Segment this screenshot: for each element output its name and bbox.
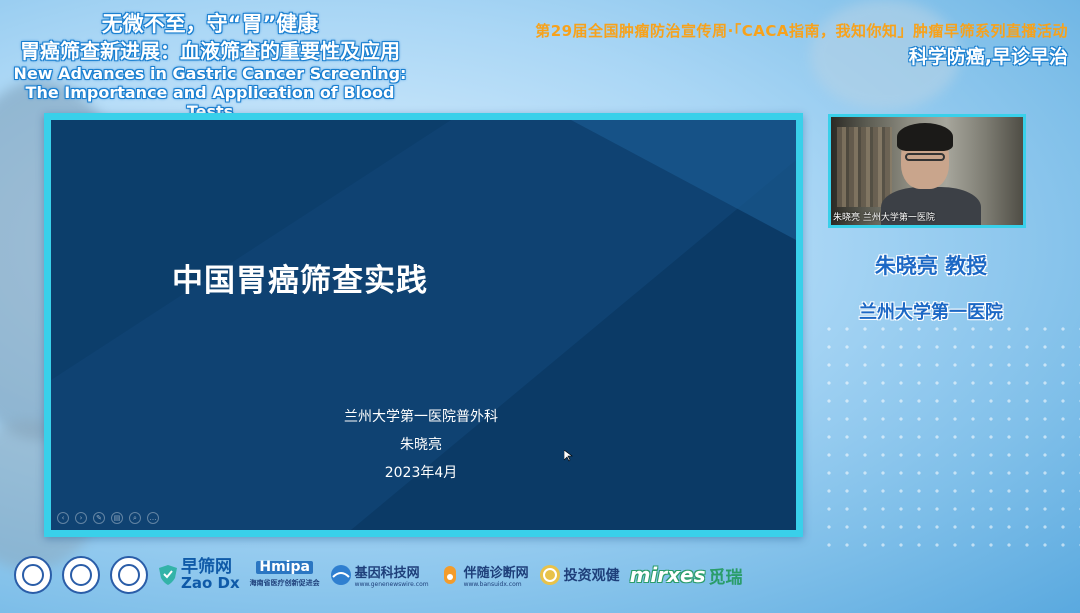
genenewswire-globe-icon: [330, 565, 351, 585]
speaker-name: 朱晓亮 教授: [874, 254, 988, 278]
bansuidx-name: 伴随诊断网: [463, 565, 529, 581]
event-name: 第29届全国肿瘤防治宣传周·「CACA指南，我知你知」肿瘤早筛系列直播活动: [535, 22, 1068, 40]
zaodx-cn: 早筛网: [181, 557, 232, 577]
mouse-cursor-icon: [564, 450, 573, 462]
bansuidx-url: www.bansuidx.com: [463, 580, 522, 588]
mirxes-logo: mirxes 觅瑞: [630, 563, 743, 588]
hmipa-subtitle: 海南省医疗创新促进会: [249, 578, 320, 587]
slide-presenter: 朱晓亮: [400, 437, 442, 453]
mirxes-name: mirxes: [629, 563, 706, 587]
slides-icon[interactable]: ▤: [111, 512, 123, 524]
organizer-seal-1-icon: [14, 556, 52, 594]
organizer-seal-3-icon: [110, 556, 148, 594]
bansuidx-logo: 伴随诊断网 www.bansuidx.com: [439, 562, 529, 589]
video-caption: 朱晓亮 兰州大学第一医院: [833, 213, 935, 223]
mirxes-cn: 觅瑞: [708, 567, 743, 588]
topic-slogan: 无微不至，守“胃”健康: [101, 12, 319, 36]
slide-institution: 兰州大学第一医院普外科: [344, 409, 498, 425]
topic-title-en-line1: New Advances in Gastric Cancer Screening…: [13, 64, 407, 83]
zaodx-logo: 早筛网 Zao Dx: [158, 559, 240, 591]
organizer-seal-2-icon: [62, 556, 100, 594]
zoom-icon[interactable]: ⌕: [129, 512, 141, 524]
hmipa-logo: Hmipa 海南省医疗创新促进会: [249, 560, 320, 590]
pen-icon[interactable]: ✎: [93, 512, 105, 524]
speaker-video[interactable]: 朱晓亮 兰州大学第一医院: [831, 117, 1023, 225]
zaodx-shield-icon: [159, 565, 177, 585]
genenewswire-logo: 基因科技网 www.genenewswire.com: [330, 562, 429, 589]
next-icon[interactable]: ›: [75, 512, 87, 524]
invest-logo: 投资观健: [539, 564, 620, 586]
speaker-video-frame: 朱晓亮 兰州大学第一医院: [828, 114, 1026, 228]
slide-date: 2023年4月: [384, 465, 458, 481]
more-icon[interactable]: …: [147, 512, 159, 524]
speaker-affiliation: 兰州大学第一医院: [859, 302, 1003, 323]
hmipa-name: Hmipa: [256, 560, 313, 574]
slide-title: 中国胃癌筛查实践: [172, 263, 428, 299]
topic-title-cn: 胃癌筛查新进展：血液筛查的重要性及应用: [20, 39, 400, 63]
event-topic-title: 无微不至，守“胃”健康 胃癌筛查新进展：血液筛查的重要性及应用 New Adva…: [0, 10, 420, 121]
genenewswire-name: 基因科技网: [354, 565, 420, 581]
event-banner: 第29届全国肿瘤防治宣传周·「CACA指南，我知你知」肿瘤早筛系列直播活动 科学…: [535, 20, 1068, 72]
slide-author-block: 兰州大学第一医院普外科 朱晓亮 2023年4月: [281, 403, 561, 487]
slideshow-toolbar: ‹ › ✎ ▤ ⌕ …: [57, 512, 159, 524]
presentation-slide[interactable]: 中国胃癌筛查实践 兰州大学第一医院普外科 朱晓亮 2023年4月 ‹ › ✎ ▤…: [51, 120, 796, 530]
background-dot-pattern: [820, 320, 1080, 560]
genenewswire-url: www.genenewswire.com: [354, 580, 429, 588]
event-slogan: 科学防癌,早诊早治: [908, 46, 1068, 68]
presentation-frame: 中国胃癌筛查实践 兰州大学第一医院普外科 朱晓亮 2023年4月 ‹ › ✎ ▤…: [44, 113, 803, 537]
prev-icon[interactable]: ‹: [57, 512, 69, 524]
bansuidx-droplet-icon: [443, 566, 456, 584]
zaodx-en: Zao Dx: [181, 574, 240, 592]
sponsor-logo-bar: 早筛网 Zao Dx Hmipa 海南省医疗创新促进会 基因科技网 www.gen…: [14, 553, 743, 597]
invest-name: 投资观健: [563, 568, 620, 584]
video-background-bookshelf: [837, 127, 892, 207]
video-person-glasses: [905, 153, 945, 161]
video-person-hair: [897, 123, 953, 151]
invest-coin-icon: [539, 565, 560, 585]
